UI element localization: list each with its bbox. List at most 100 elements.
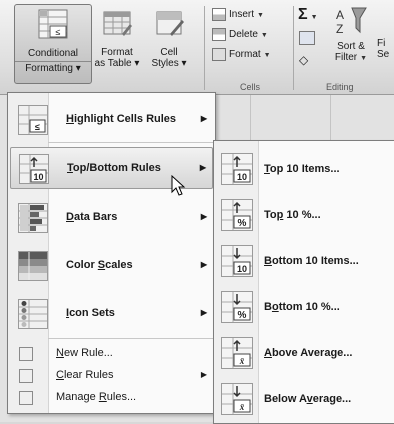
- cell-styles-label-line1: Cell: [160, 47, 178, 58]
- submenu-arrow-icon: ▶: [200, 308, 207, 317]
- find-select-label-line1: Fi: [377, 38, 386, 49]
- conditional-formatting-icon: ≤: [38, 9, 68, 39]
- cells-group-label: Cells: [240, 82, 261, 92]
- menu-item-color-scales[interactable]: Color Scales ▶: [10, 245, 213, 285]
- percent-glyph: %: [238, 218, 247, 229]
- format-as-table-label-line2: as Table: [94, 58, 132, 69]
- conditional-formatting-menu: ≤ Highlight Cells Rules ▶ 10 Top/Bottom …: [7, 92, 216, 414]
- format-as-table-icon: [103, 11, 132, 36]
- cell-styles-label-line2: Styles: [151, 58, 179, 69]
- editing-group-label: Editing: [326, 82, 354, 92]
- percent-glyph: %: [238, 310, 247, 321]
- xbar-glyph: x̄: [239, 356, 245, 366]
- below-average-icon: x̄: [221, 383, 253, 415]
- menu-item-label: Clear Rules: [56, 369, 114, 381]
- menu-item-label: Top 10 Items...: [264, 163, 340, 175]
- format-label: Format: [229, 49, 261, 60]
- menu-item-new-rule[interactable]: New Rule...: [10, 343, 213, 363]
- conditional-formatting-label-line2: Formatting: [25, 63, 73, 74]
- xbar-glyph: x̄: [239, 402, 245, 412]
- submenu-arrow-icon: ▶: [200, 114, 207, 123]
- manage-rules-icon: [19, 391, 33, 405]
- submenu-arrow-icon: ▶: [200, 260, 207, 269]
- bottom-10-percent-icon: %: [221, 291, 253, 323]
- format-button[interactable]: Format ▼: [212, 46, 271, 64]
- menu-item-label: New Rule...: [56, 347, 113, 359]
- submenu-arrow-icon: ▶: [199, 163, 206, 172]
- menu-item-bottom-10-items[interactable]: 10 Bottom 10 Items...: [216, 239, 393, 283]
- above-average-icon: x̄: [221, 337, 253, 369]
- submenu-arrow-icon: ▶: [200, 370, 207, 379]
- menu-item-label: Data Bars: [66, 211, 118, 223]
- menu-item-label: Bottom 10 Items...: [264, 255, 359, 267]
- chevron-down-icon: ▼: [260, 32, 268, 39]
- menu-item-label: Below Average...: [264, 393, 352, 405]
- menu-item-label: Top 10 %...: [264, 209, 321, 221]
- svg-text:Z: Z: [336, 22, 343, 36]
- group-separator: [204, 6, 205, 90]
- data-bars-icon: [18, 203, 48, 233]
- cell-styles-button[interactable]: Cell Styles ▾: [141, 4, 197, 69]
- format-as-table-label-line1: Format: [101, 47, 133, 58]
- chevron-down-icon: ▾: [181, 58, 187, 69]
- sort-filter-button[interactable]: A Z Sort & Filter ▼: [331, 6, 371, 64]
- sort-filter-label-line1: Sort &: [337, 41, 365, 52]
- ten-glyph: 10: [237, 264, 247, 274]
- menu-item-top-10-items[interactable]: 10 Top 10 Items...: [216, 147, 393, 191]
- bottom-10-items-icon: 10: [221, 245, 253, 277]
- menu-item-label: Top/Bottom Rules: [67, 162, 161, 174]
- format-as-table-button[interactable]: Format as Table ▾: [94, 4, 140, 69]
- menu-item-top-10-percent[interactable]: % Top 10 %...: [216, 193, 393, 237]
- clear-eraser-icon[interactable]: ◇: [299, 53, 308, 67]
- ribbon: ≤ Conditional Formatting ▾ Format as Tab…: [0, 0, 394, 95]
- svg-text:A: A: [336, 8, 344, 22]
- ten-glyph: 10: [33, 172, 43, 182]
- top-bottom-rules-icon: 10: [19, 154, 49, 184]
- menu-item-bottom-10-percent[interactable]: % Bottom 10 %...: [216, 285, 393, 329]
- top-10-percent-icon: %: [221, 199, 253, 231]
- clear-rules-icon: [19, 369, 33, 383]
- cell-styles-icon: [156, 11, 184, 36]
- chevron-down-icon: ▼: [360, 55, 368, 62]
- menu-item-label: Icon Sets: [66, 307, 115, 319]
- sort-filter-icon: A Z: [336, 7, 367, 36]
- icon-sets-icon: [18, 299, 48, 329]
- group-separator: [293, 6, 294, 90]
- delete-button[interactable]: Delete ▼: [212, 26, 268, 44]
- format-icon: [212, 47, 226, 61]
- color-scales-icon: [18, 251, 48, 281]
- svg-text:≤: ≤: [56, 27, 61, 37]
- find-select-button[interactable]: Fi Se: [377, 38, 389, 60]
- chevron-down-icon: ▼: [310, 14, 318, 21]
- menu-item-label: Color Scales: [66, 259, 133, 271]
- conditional-formatting-button[interactable]: ≤ Conditional Formatting ▾: [14, 4, 92, 84]
- menu-item-label: Bottom 10 %...: [264, 301, 340, 313]
- find-select-label-line2: Se: [377, 49, 390, 60]
- ten-glyph: 10: [237, 172, 247, 182]
- menu-item-above-average[interactable]: x̄ Above Average...: [216, 331, 393, 375]
- editing-group: Σ ▼ ◇ A Z Sort & Filter ▼ Fi Se: [295, 4, 394, 82]
- top-bottom-rules-submenu: 10 Top 10 Items... % Top 10 %... 10 Bott…: [213, 140, 394, 424]
- delete-label: Delete: [229, 29, 258, 40]
- sigma-icon: Σ: [298, 6, 308, 23]
- menu-item-label: Manage Rules...: [56, 391, 137, 403]
- menu-item-label: Above Average...: [264, 347, 353, 359]
- menu-item-highlight-cells-rules[interactable]: ≤ Highlight Cells Rules ▶: [10, 99, 213, 139]
- top-10-items-icon: 10: [221, 153, 253, 185]
- chevron-down-icon: ▼: [263, 52, 271, 59]
- mouse-pointer-icon: [171, 175, 186, 196]
- menu-separator: [48, 142, 213, 143]
- menu-item-icon-sets[interactable]: Icon Sets ▶: [10, 293, 213, 333]
- menu-separator: [48, 338, 213, 339]
- menu-item-clear-rules[interactable]: Clear Rules ▶: [10, 365, 213, 385]
- insert-icon: [212, 7, 226, 21]
- insert-label: Insert: [229, 9, 255, 20]
- less-than-glyph: ≤: [35, 122, 40, 132]
- insert-button[interactable]: Insert ▼: [212, 6, 264, 24]
- menu-item-data-bars[interactable]: Data Bars ▶: [10, 197, 213, 237]
- menu-item-manage-rules[interactable]: Manage Rules...: [10, 387, 213, 407]
- fill-icon[interactable]: [299, 31, 315, 45]
- menu-item-below-average[interactable]: x̄ Below Average...: [216, 377, 393, 421]
- autosum-button[interactable]: Σ ▼: [298, 6, 318, 24]
- sort-filter-label-line2: Filter: [334, 52, 358, 63]
